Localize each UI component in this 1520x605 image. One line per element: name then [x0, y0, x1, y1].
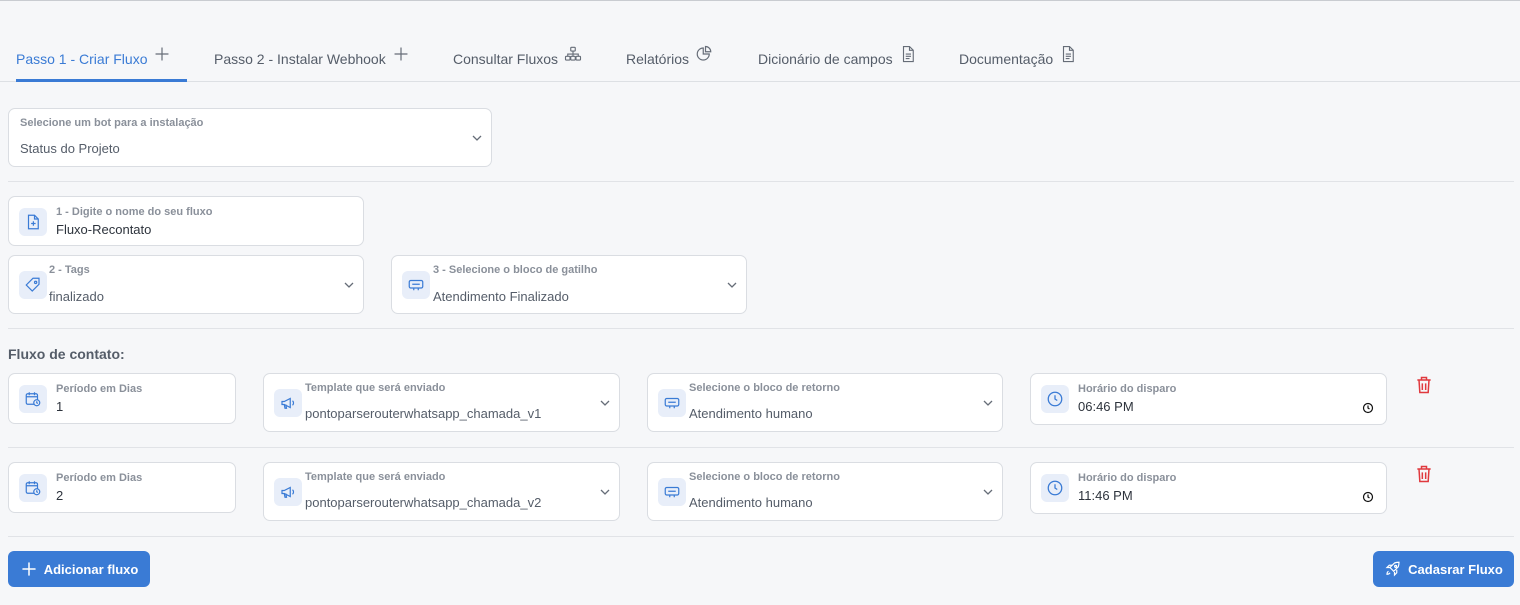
block-icon — [658, 389, 686, 417]
trigger-time-field[interactable]: Horário do disparo 11:46 PM — [1030, 462, 1387, 514]
tab-label: Consultar Fluxos — [453, 51, 559, 67]
time-picker-icon[interactable] — [1362, 402, 1374, 414]
file-add-icon — [19, 208, 47, 236]
tab-criar-fluxo[interactable]: Passo 1 - Criar Fluxo — [16, 41, 187, 82]
megaphone-icon — [274, 389, 302, 417]
trigger-time-field[interactable]: Horário do disparo 06:46 PM — [1030, 373, 1387, 425]
tab-instalar-webhook[interactable]: Passo 2 - Instalar Webhook — [214, 41, 410, 81]
return-block-value: Atendimento humano — [689, 495, 813, 510]
bot-select[interactable]: Selecione um bot para a instalação Statu… — [8, 108, 492, 167]
period-days-value: 2 — [56, 488, 64, 503]
flow-name-value: Fluxo-Recontato — [56, 222, 152, 237]
template-select[interactable]: Template que será enviado pontoparserout… — [263, 373, 620, 432]
block-icon — [658, 478, 686, 506]
tab-dicionario-campos[interactable]: Dicionário de campos — [758, 41, 917, 81]
tab-label: Relatórios — [626, 51, 690, 67]
add-flow-label: Adicionar fluxo — [43, 561, 139, 577]
register-flow-button[interactable]: Cadasrar Fluxo — [1373, 551, 1514, 587]
tags-select[interactable]: 2 - Tags finalizado — [8, 255, 364, 314]
tab-label: Passo 2 - Instalar Webhook — [214, 51, 386, 67]
bot-select-label: Selecione um bot para a instalação — [20, 117, 204, 129]
tags-value: finalizado — [49, 289, 104, 304]
template-value: pontoparserouterwhatsapp_chamada_v1 — [305, 406, 542, 421]
trigger-block-label: 3 - Selecione o bloco de gatilho — [433, 264, 598, 276]
contact-flow-title: Fluxo de contato: — [8, 346, 125, 362]
trigger-time-label: Horário do disparo — [1078, 383, 1177, 395]
return-block-select[interactable]: Selecione o bloco de retorno Atendimento… — [647, 373, 1003, 432]
divider — [8, 181, 1514, 182]
flow-name-field[interactable]: 1 - Digite o nome do seu fluxo Fluxo-Rec… — [8, 196, 364, 246]
return-block-label: Selecione o bloco de retorno — [689, 471, 840, 483]
plus-icon — [392, 45, 410, 63]
template-label: Template que será enviado — [305, 382, 446, 394]
chevron-down-icon — [982, 486, 994, 498]
tab-bar: Passo 1 - Criar Fluxo Passo 2 - Instalar… — [0, 1, 1520, 82]
template-select[interactable]: Template que será enviado pontoparserout… — [263, 462, 620, 521]
trigger-block-select[interactable]: 3 - Selecione o bloco de gatilho Atendim… — [391, 255, 747, 314]
calendar-clock-icon — [19, 385, 47, 413]
divider — [8, 328, 1514, 329]
rocket-icon — [1384, 560, 1402, 578]
trigger-time-value: 11:46 PM — [1078, 488, 1133, 503]
trigger-block-value: Atendimento Finalizado — [433, 289, 569, 304]
period-days-value: 1 — [56, 399, 64, 414]
period-days-label: Período em Dias — [56, 383, 143, 395]
period-days-label: Período em Dias — [56, 472, 143, 484]
trash-icon[interactable] — [1414, 374, 1434, 396]
register-flow-label: Cadasrar Fluxo — [1408, 561, 1503, 577]
chevron-down-icon — [471, 132, 483, 144]
chevron-down-icon — [599, 397, 611, 409]
document-icon — [899, 45, 917, 63]
tab-label: Dicionário de campos — [758, 51, 893, 67]
trash-icon[interactable] — [1414, 463, 1434, 485]
trigger-time-label: Horário do disparo — [1078, 472, 1177, 484]
tab-consultar-fluxos[interactable]: Consultar Fluxos — [453, 41, 582, 81]
chevron-down-icon — [343, 279, 355, 291]
trigger-time-value: 06:46 PM — [1078, 399, 1134, 414]
tab-relatorios[interactable]: Relatórios — [626, 41, 713, 81]
sitemap-icon — [564, 45, 582, 63]
document-icon — [1059, 45, 1077, 63]
calendar-clock-icon — [19, 474, 47, 502]
tab-label: Passo 1 - Criar Fluxo — [16, 51, 148, 67]
plus-icon — [20, 560, 38, 578]
tab-label: Documentação — [959, 51, 1054, 67]
template-label: Template que será enviado — [305, 471, 446, 483]
return-block-label: Selecione o bloco de retorno — [689, 382, 840, 394]
plus-icon — [153, 45, 171, 63]
divider — [8, 536, 1514, 537]
megaphone-icon — [274, 478, 302, 506]
time-picker-icon[interactable] — [1362, 491, 1374, 503]
tag-icon — [19, 271, 47, 299]
chevron-down-icon — [599, 486, 611, 498]
chevron-down-icon — [982, 397, 994, 409]
pie-chart-icon — [695, 45, 713, 63]
add-flow-button[interactable]: Adicionar fluxo — [8, 551, 150, 587]
divider — [8, 447, 1514, 448]
block-icon — [402, 271, 430, 299]
tags-label: 2 - Tags — [49, 264, 90, 276]
clock-icon — [1041, 385, 1069, 413]
period-days-field[interactable]: Período em Dias 1 — [8, 373, 236, 424]
flow-name-label: 1 - Digite o nome do seu fluxo — [56, 206, 213, 218]
tab-documentacao[interactable]: Documentação — [959, 41, 1077, 81]
template-value: pontoparserouterwhatsapp_chamada_v2 — [305, 495, 542, 510]
clock-icon — [1041, 474, 1069, 502]
return-block-select[interactable]: Selecione o bloco de retorno Atendimento… — [647, 462, 1003, 521]
bot-select-value: Status do Projeto — [20, 141, 120, 156]
period-days-field[interactable]: Período em Dias 2 — [8, 462, 236, 513]
chevron-down-icon — [726, 279, 738, 291]
return-block-value: Atendimento humano — [689, 406, 813, 421]
